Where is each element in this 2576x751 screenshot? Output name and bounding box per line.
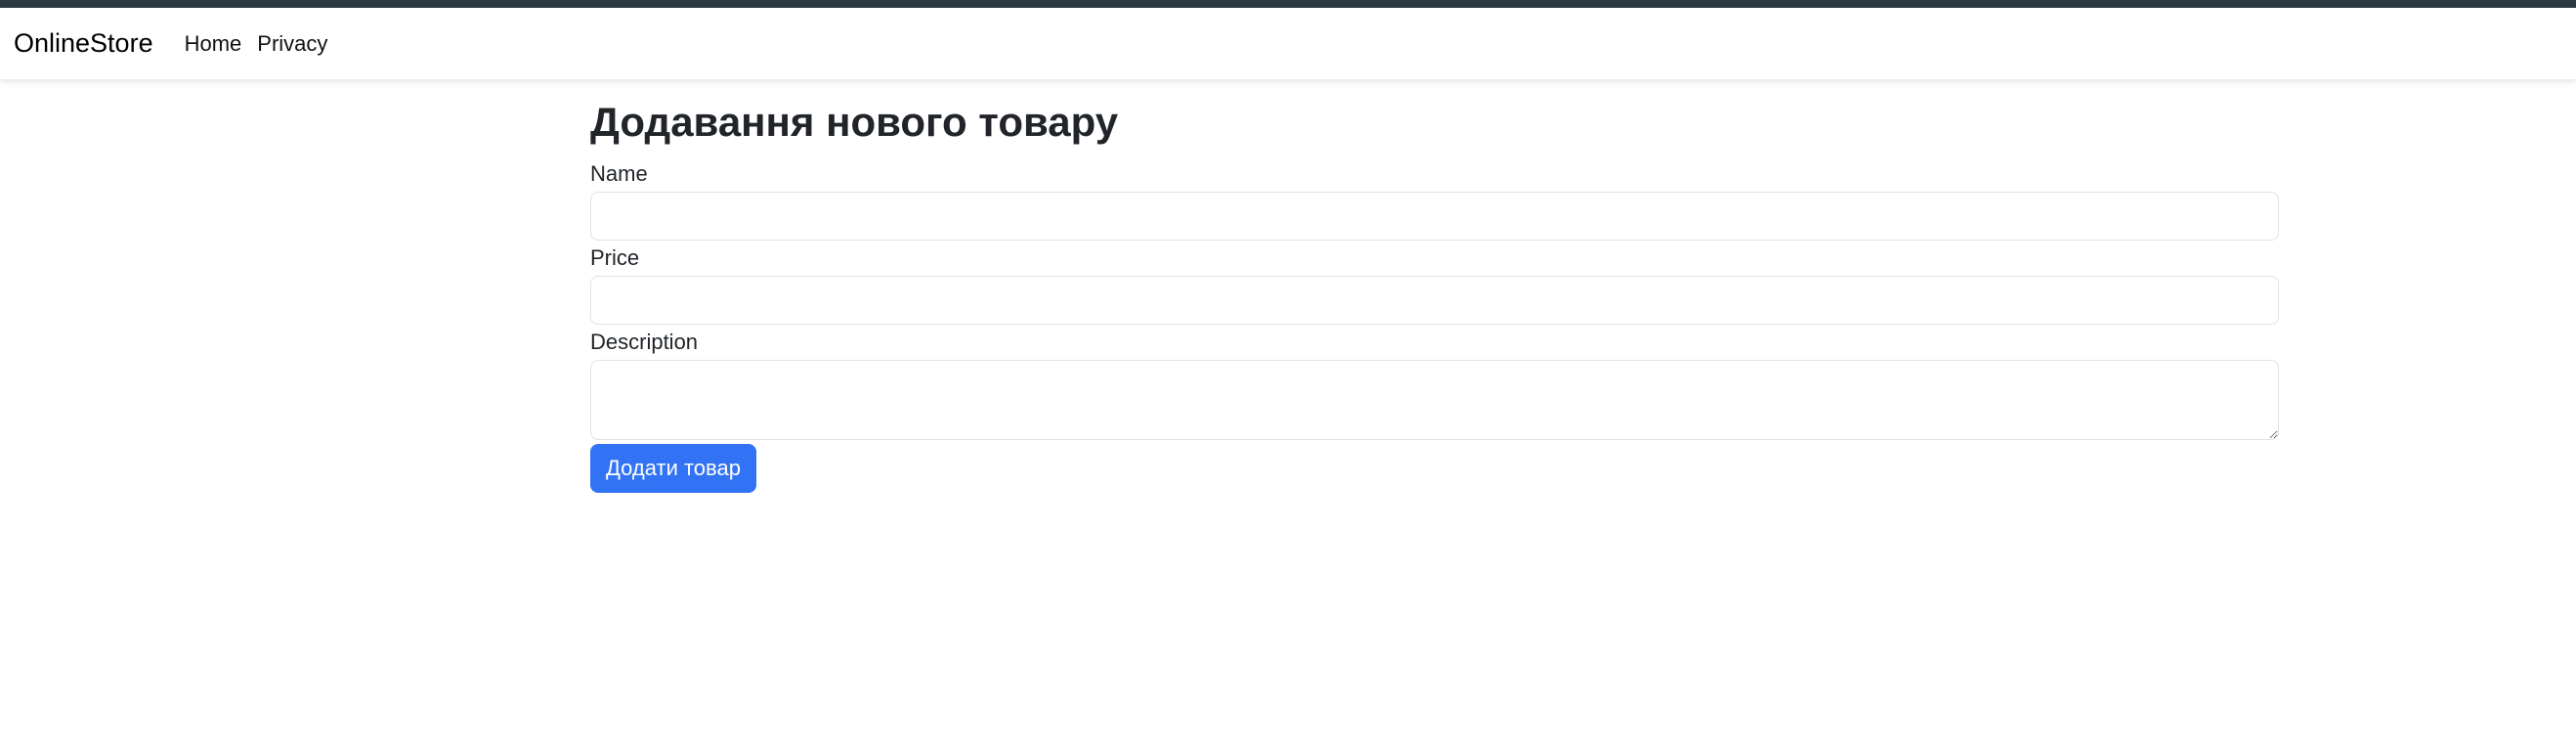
description-label: Description: [590, 330, 699, 355]
price-input[interactable]: [590, 276, 2279, 326]
nav-link-home[interactable]: Home: [185, 31, 242, 57]
add-product-button[interactable]: Додати товар: [590, 444, 756, 494]
top-accent-strip: [0, 0, 2576, 8]
add-product-form: Name Price Description Додати товар: [590, 160, 2279, 494]
main-content: Додавання нового товару Name Price Descr…: [590, 98, 2279, 494]
brand-link[interactable]: OnlineStore: [14, 28, 153, 59]
navbar: OnlineStore Home Privacy: [0, 8, 2576, 80]
name-label: Name: [590, 161, 648, 187]
price-label: Price: [590, 245, 640, 271]
page-title: Додавання нового товару: [590, 99, 1119, 145]
description-textarea[interactable]: [590, 360, 2279, 441]
name-input[interactable]: [590, 192, 2279, 242]
nav-link-privacy[interactable]: Privacy: [257, 31, 327, 57]
